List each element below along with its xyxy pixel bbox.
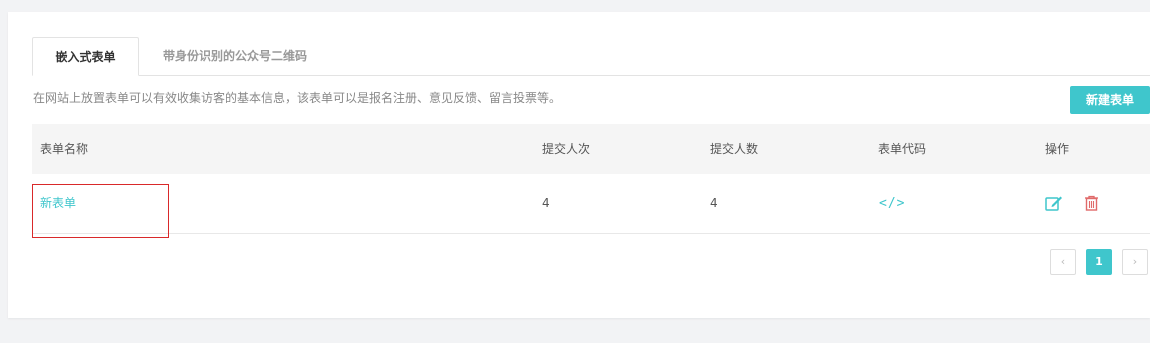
form-code-icon[interactable]: </> bbox=[879, 174, 905, 233]
form-name-link[interactable]: 新表单 bbox=[40, 174, 76, 233]
header-form-name: 表单名称 bbox=[40, 142, 89, 156]
delete-icon[interactable] bbox=[1084, 195, 1099, 214]
page-1-button[interactable]: 1 bbox=[1086, 249, 1112, 275]
table-row: 新表单 4 4 </> bbox=[32, 174, 1150, 238]
header-submissions: 提交人次 bbox=[542, 142, 591, 156]
tab-identity-qrcode[interactable]: 带身份识别的公众号二维码 bbox=[163, 37, 313, 75]
prev-page-button[interactable]: ‹ bbox=[1050, 249, 1076, 275]
table-header: 表单名称 提交人次 提交人数 表单代码 操作 bbox=[32, 124, 1150, 174]
page-description: 在网站上放置表单可以有效收集访客的基本信息，该表单可以是报名注册、意见反馈、留言… bbox=[33, 91, 562, 105]
submitters-count: 4 bbox=[710, 196, 718, 210]
edit-icon[interactable] bbox=[1045, 195, 1063, 214]
submissions-count: 4 bbox=[542, 196, 550, 210]
header-form-code: 表单代码 bbox=[878, 142, 927, 156]
new-form-button[interactable]: 新建表单 bbox=[1070, 86, 1150, 114]
header-actions: 操作 bbox=[1045, 142, 1070, 156]
tab-embedded-form[interactable]: 嵌入式表单 bbox=[32, 37, 139, 76]
tab-bar: 嵌入式表单 带身份识别的公众号二维码 bbox=[32, 37, 1150, 76]
header-submitters: 提交人数 bbox=[710, 142, 759, 156]
next-page-button[interactable]: › bbox=[1122, 249, 1148, 275]
forms-panel: 嵌入式表单 带身份识别的公众号二维码 在网站上放置表单可以有效收集访客的基本信息… bbox=[8, 12, 1150, 318]
